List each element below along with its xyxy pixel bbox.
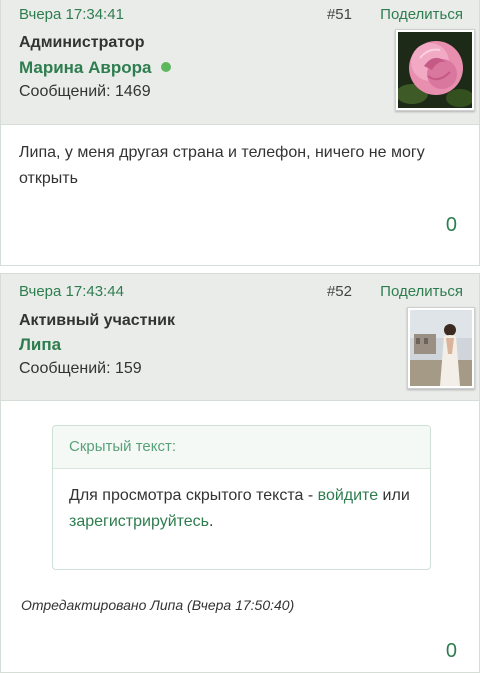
edited-note: Отредактировано Липа (Вчера 17:50:40) xyxy=(21,597,295,613)
post-52: Вчера 17:43:44 #52 Поделиться Активный у… xyxy=(0,273,480,673)
hidden-text-middle: или xyxy=(378,487,410,504)
hidden-text-before: Для просмотра скрытого текста - xyxy=(69,487,318,504)
login-link[interactable]: войдите xyxy=(318,487,378,504)
hidden-text-title: Скрытый текст: xyxy=(53,426,430,469)
online-status-icon xyxy=(161,62,172,72)
post-header: Вчера 17:43:44 #52 Поделиться Активный у… xyxy=(1,274,479,401)
post-51: Вчера 17:34:41 #51 Поделиться Администра… xyxy=(0,0,480,266)
author-name[interactable]: Липа xyxy=(19,335,61,355)
post-number[interactable]: #51 xyxy=(327,6,352,23)
message-count: Сообщений: 1469 xyxy=(19,83,151,100)
like-count[interactable]: 0 xyxy=(446,214,457,237)
hidden-text-after: . xyxy=(209,513,214,530)
woman-photo-avatar-icon[interactable] xyxy=(407,307,475,389)
hidden-text-block: Скрытый текст: Для просмотра скрытого те… xyxy=(52,425,431,570)
share-link[interactable]: Поделиться xyxy=(380,283,463,300)
rose-avatar-icon[interactable] xyxy=(395,29,475,111)
user-role: Администратор xyxy=(19,34,145,51)
message-count: Сообщений: 159 xyxy=(19,360,142,377)
like-count[interactable]: 0 xyxy=(446,640,457,663)
register-link[interactable]: зарегистрируйтесь xyxy=(69,513,209,530)
share-link[interactable]: Поделиться xyxy=(380,6,463,23)
hidden-text-message: Для просмотра скрытого текста - войдите … xyxy=(53,469,430,549)
post-date[interactable]: Вчера 17:43:44 xyxy=(19,283,124,300)
author-name[interactable]: Марина Аврора xyxy=(19,58,172,78)
post-number[interactable]: #52 xyxy=(327,283,352,300)
post-text: Липа, у меня другая страна и телефон, ни… xyxy=(19,144,425,187)
post-date[interactable]: Вчера 17:34:41 xyxy=(19,6,124,23)
user-role: Активный участник xyxy=(19,312,176,329)
post-header: Вчера 17:34:41 #51 Поделиться Администра… xyxy=(1,0,479,125)
author-name-label: Марина Аврора xyxy=(19,58,152,77)
